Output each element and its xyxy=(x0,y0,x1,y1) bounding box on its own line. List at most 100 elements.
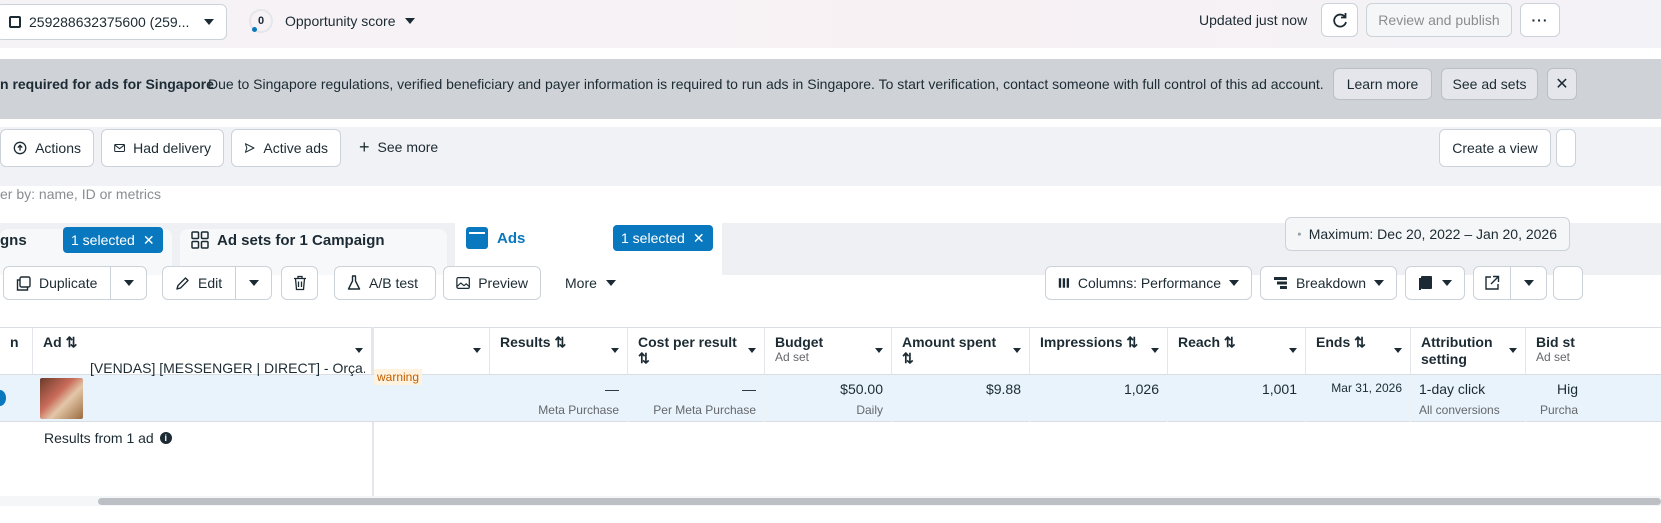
envelope-icon xyxy=(114,143,125,153)
budget-header-label: Budget xyxy=(775,334,824,350)
budget-cell[interactable]: $50.00 Daily xyxy=(765,375,892,422)
see-more-filters-button[interactable]: + See more xyxy=(359,138,439,156)
chevron-down-icon xyxy=(1374,280,1384,286)
refresh-button[interactable] xyxy=(1321,3,1358,37)
ab-test-button[interactable]: A/B test xyxy=(334,266,436,300)
ad-sets-grid-icon xyxy=(191,231,209,249)
chevron-down-icon xyxy=(1151,348,1159,353)
info-icon[interactable]: i xyxy=(159,432,172,444)
ab-test-label: A/B test xyxy=(369,275,419,291)
bid-sub: Purcha xyxy=(1539,403,1578,417)
horizontal-scrollbar-thumb[interactable] xyxy=(98,498,1661,505)
breakdown-button[interactable]: Breakdown xyxy=(1260,266,1397,300)
actions-icon xyxy=(13,141,27,155)
sort-icon: ⇅ xyxy=(554,334,567,350)
opportunity-score-button[interactable]: Opportunity score xyxy=(285,13,415,29)
campaigns-selected-chip[interactable]: 1 selected ✕ xyxy=(63,227,163,253)
chevron-down-icon xyxy=(404,18,415,24)
close-icon[interactable]: ✕ xyxy=(693,230,705,247)
more-toolbar-button[interactable] xyxy=(1553,266,1583,300)
chevron-down-icon xyxy=(1013,348,1021,353)
ads-tab-icon xyxy=(466,227,488,249)
preview-button[interactable]: Preview xyxy=(443,266,541,300)
had-delivery-label: Had delivery xyxy=(133,140,211,156)
export-button[interactable] xyxy=(1473,266,1511,300)
budget-sub: Daily xyxy=(856,403,883,417)
delete-button[interactable] xyxy=(281,266,318,300)
column-header-budget[interactable]: Budget Ad set xyxy=(765,328,892,374)
bid-header-sub: Ad set xyxy=(1536,350,1571,364)
review-and-publish-button[interactable]: Review and publish xyxy=(1366,3,1512,37)
create-view-button[interactable]: Create a view xyxy=(1439,129,1551,167)
duplicate-dropdown[interactable] xyxy=(110,266,147,300)
column-header-reach[interactable]: Reach ⇅ xyxy=(1168,328,1306,374)
column-header-impressions[interactable]: Impressions ⇅ xyxy=(1030,328,1168,374)
active-ads-label: Active ads xyxy=(263,140,328,156)
delivery-warning-badge: warning xyxy=(374,369,423,385)
reach-header-label: Reach xyxy=(1178,334,1221,350)
learn-more-button[interactable]: Learn more xyxy=(1333,68,1432,100)
opportunity-score-label: Opportunity score xyxy=(285,13,396,29)
bid-value: Hig xyxy=(1556,381,1578,397)
chevron-down-icon xyxy=(248,280,259,286)
export-dropdown[interactable] xyxy=(1510,266,1547,300)
ad-name-text: [VENDAS] [MESSENGER | DIRECT] - Orça... xyxy=(90,360,365,376)
see-more-label: See more xyxy=(377,139,439,155)
more-views-button[interactable] xyxy=(1556,129,1576,167)
edit-dropdown[interactable] xyxy=(235,266,272,300)
column-header-results[interactable]: Results ⇅ xyxy=(490,328,628,374)
column-header-checkbox[interactable]: n xyxy=(0,328,33,374)
results-value: — xyxy=(605,381,619,397)
date-range-picker[interactable]: Maximum: Dec 20, 2022 – Jan 20, 2026 xyxy=(1285,217,1570,251)
sort-icon: ⇅ xyxy=(65,334,78,350)
chevron-down-icon xyxy=(1394,348,1402,353)
actions-label: Actions xyxy=(35,140,81,156)
cost-value: — xyxy=(742,381,756,397)
chevron-down-icon xyxy=(123,280,134,286)
date-range-label: Maximum: Dec 20, 2022 – Jan 20, 2026 xyxy=(1308,226,1557,242)
breakdown-icon xyxy=(1273,277,1287,289)
calendar-icon xyxy=(1298,232,1301,236)
search-placeholder: er by: name, ID or metrics xyxy=(0,186,162,202)
chevron-down-icon xyxy=(1289,348,1297,353)
close-banner-button[interactable]: ✕ xyxy=(1547,68,1577,100)
ad-header-label: Ad xyxy=(43,334,62,350)
reports-button[interactable] xyxy=(1405,266,1465,300)
column-header-delivery[interactable] xyxy=(374,328,490,374)
close-icon[interactable]: ✕ xyxy=(143,232,155,249)
budget-value: $50.00 xyxy=(840,381,883,397)
column-header-attribution[interactable]: Attribution setting xyxy=(1411,328,1526,374)
had-delivery-filter-button[interactable]: Had delivery xyxy=(101,129,224,167)
chevron-down-icon xyxy=(204,19,214,25)
trash-icon xyxy=(293,275,306,291)
more-options-button[interactable]: ··· xyxy=(1520,3,1560,37)
attribution-cell: 1-day click All conversions xyxy=(1411,375,1526,422)
ad-name-link[interactable]: [VENDAS] [MESSENGER | DIRECT] - Orça... xyxy=(90,359,365,377)
account-selector[interactable]: 259288632375600 (259... xyxy=(0,4,227,40)
reach-value: 1,001 xyxy=(1261,381,1297,397)
column-header-amount-spent[interactable]: Amount spent ⇅ xyxy=(892,328,1030,374)
edit-button[interactable]: Edit xyxy=(162,266,236,300)
duplicate-button[interactable]: Duplicate xyxy=(3,266,111,300)
close-icon: ✕ xyxy=(1555,76,1569,93)
sort-icon: ⇅ xyxy=(1354,334,1366,350)
active-ads-filter-button[interactable]: Active ads xyxy=(231,129,341,167)
more-actions-button[interactable]: More xyxy=(565,275,616,291)
see-ad-sets-button[interactable]: See ad sets xyxy=(1441,68,1538,100)
amount-spent-header-label: Amount spent xyxy=(902,334,997,350)
column-header-bid-strategy[interactable]: Bid st Ad set xyxy=(1526,328,1586,374)
sort-icon: ⇅ xyxy=(1126,334,1139,350)
cost-per-result-cell: — Per Meta Purchase xyxy=(628,375,765,422)
amount-spent-cell: $9.88 xyxy=(892,375,1030,422)
reports-icon xyxy=(1419,276,1432,290)
ads-selected-chip[interactable]: 1 selected ✕ xyxy=(613,225,713,251)
results-sub: Meta Purchase xyxy=(538,403,619,417)
ends-cell: Mar 31, 2026 xyxy=(1306,375,1411,422)
refresh-icon xyxy=(1332,13,1347,28)
column-header-cost-per-result[interactable]: Cost per result ⇅ xyxy=(628,328,765,374)
sort-icon: ⇅ xyxy=(1223,334,1236,350)
actions-filter-button[interactable]: Actions xyxy=(0,129,94,167)
columns-button[interactable]: Columns: Performance xyxy=(1045,266,1252,300)
chevron-down-icon xyxy=(748,348,756,353)
column-header-ends[interactable]: Ends ⇅ xyxy=(1306,328,1411,374)
